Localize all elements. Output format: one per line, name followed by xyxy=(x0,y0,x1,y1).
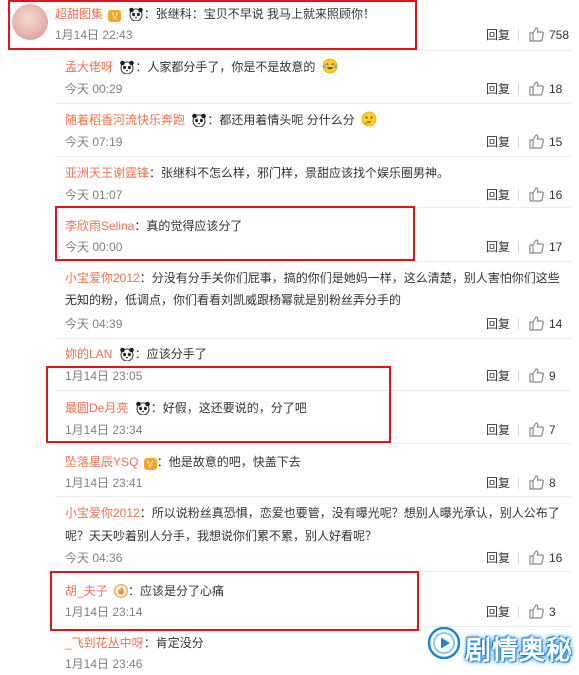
thumbs-up-icon[interactable] xyxy=(528,474,544,490)
reply-button[interactable]: 回复 xyxy=(486,27,510,43)
divider xyxy=(55,496,571,497)
separator xyxy=(518,136,519,148)
reply-button[interactable]: 回复 xyxy=(486,475,510,491)
comment-time: 今天 07:19 xyxy=(65,135,123,149)
comment-username[interactable]: 随着稻香河流快乐奔跑 xyxy=(65,113,185,127)
comment-item: 坠落星辰YSQ V ：他是故意的吧，快盖下去 1月14日 23:41 回复 8 xyxy=(65,455,556,491)
reply-button[interactable]: 回复 xyxy=(486,316,510,332)
comment-text: 肯定没分 xyxy=(155,636,204,650)
separator xyxy=(518,552,519,564)
comment-text-continued: 无知的粉，低调点，你们看看刘凯威跟杨幂就是别粉丝弄分手的 xyxy=(65,293,402,307)
comment-time: 今天 00:29 xyxy=(65,82,123,96)
play-circle-icon xyxy=(427,626,461,660)
divider xyxy=(55,103,571,104)
like-count: 8 xyxy=(549,476,556,490)
comment-text: 张继科不怎么样，邪门样，景甜应该找个娱乐圈男神。 xyxy=(161,166,450,180)
comment-text: 都还用着情头呢 分什么分 xyxy=(219,113,355,127)
comment-text: 所以说粉丝真恐惧，恋爱也要管，没有曝光呢？想别人曝光承认，别人公布了 xyxy=(151,506,560,520)
highlight-box xyxy=(46,366,391,443)
comment-text: 他是故意的吧，快盖下去 xyxy=(168,455,301,469)
like-count: 18 xyxy=(549,82,563,96)
like-count: 16 xyxy=(549,551,563,565)
separator xyxy=(518,83,519,95)
separator xyxy=(518,241,519,253)
laugh-cry-emoji-icon xyxy=(322,58,338,74)
comment-item: 亚洲天王谢霆锋：张继科不怎么样，邪门样，景甜应该找个娱乐圈男神。 今天 01:0… xyxy=(65,166,563,203)
like-count: 17 xyxy=(549,240,563,254)
comment-text: 人家都分手了，你是不是故意的 xyxy=(147,60,316,74)
reply-button[interactable]: 回复 xyxy=(486,239,510,255)
highlight-box xyxy=(8,0,417,50)
thumbs-up-icon[interactable] xyxy=(528,367,544,383)
thumbs-up-icon[interactable] xyxy=(528,315,544,331)
reply-button[interactable]: 回复 xyxy=(486,368,510,384)
thumbs-up-icon[interactable] xyxy=(528,26,544,42)
highlight-box xyxy=(50,571,419,631)
like-count: 14 xyxy=(549,317,563,331)
reply-button[interactable]: 回复 xyxy=(486,550,510,566)
panda-emoji-icon xyxy=(119,347,134,361)
divider xyxy=(55,50,571,51)
highlight-box xyxy=(55,206,415,261)
separator xyxy=(518,370,519,382)
thumbs-up-icon[interactable] xyxy=(528,80,544,96)
comment-time: 今天 04:39 xyxy=(65,317,123,331)
comment-item: 随着稻香河流快乐奔跑 ：都还用着情头呢 分什么分 今天 07:19 回复 15 xyxy=(65,111,563,150)
comment-text-continued: 呢？天天吵着别人分手，我想说你们累不累，别人好看呢？ xyxy=(65,529,378,543)
like-count: 758 xyxy=(549,28,570,42)
watermark: 剧情奥秘 xyxy=(427,622,577,666)
watermark-text: 剧情奥秘 xyxy=(465,635,574,665)
separator xyxy=(518,424,519,436)
separator xyxy=(518,29,519,41)
comment-text: 应该分手了 xyxy=(146,347,207,361)
reply-button[interactable]: 回复 xyxy=(486,134,510,150)
thinking-emoji-icon xyxy=(361,111,377,127)
thumbs-up-icon[interactable] xyxy=(528,133,544,149)
comment-username[interactable]: 小宝爱你2012 xyxy=(65,506,140,520)
comment-text: 分没有分手关你们屁事，搞的你们是她妈一样，这么清楚，别人害怕你们这些 xyxy=(151,271,560,285)
like-count: 15 xyxy=(549,135,563,149)
comment-item: 小宝爱你2012：所以说粉丝真恐惧，恋爱也要管，没有曝光呢？想别人曝光承认，别人… xyxy=(65,506,563,566)
comment-username[interactable]: 妳的LAN xyxy=(65,347,112,361)
comment-time: 今天 01:07 xyxy=(65,188,123,202)
comment-time: 1月14日 23:46 xyxy=(65,657,143,671)
reply-button[interactable]: 回复 xyxy=(486,604,510,620)
thumbs-up-icon[interactable] xyxy=(528,186,544,202)
separator xyxy=(518,189,519,201)
thumbs-up-icon[interactable] xyxy=(528,238,544,254)
divider xyxy=(55,156,571,157)
comment-username[interactable]: 坠落星辰YSQ xyxy=(65,455,138,469)
comment-time: 今天 04:36 xyxy=(65,551,123,565)
separator xyxy=(518,477,519,489)
like-count: 16 xyxy=(549,188,563,202)
separator xyxy=(518,318,519,330)
comment-username[interactable]: _飞到花丛中呀 xyxy=(65,636,144,650)
divider xyxy=(55,443,571,444)
comment-item: 小宝爱你2012：分没有分手关你们屁事，搞的你们是她妈一样，这么清楚，别人害怕你… xyxy=(65,271,563,332)
comment-username[interactable]: 孟大佬呀 xyxy=(65,60,113,74)
panda-emoji-icon xyxy=(192,113,207,127)
separator xyxy=(518,606,519,618)
comment-username[interactable]: 亚洲天王谢霆锋 xyxy=(65,166,149,180)
divider xyxy=(55,261,571,262)
reply-button[interactable]: 回复 xyxy=(486,81,510,97)
comment-item: 孟大佬呀 ：人家都分手了，你是不是故意的 今天 00:29 回复 18 xyxy=(65,58,563,97)
like-count: 7 xyxy=(549,423,556,437)
comment-time: 1月14日 23:41 xyxy=(65,476,143,490)
comment-username[interactable]: 小宝爱你2012 xyxy=(65,271,140,285)
thumbs-up-icon[interactable] xyxy=(528,421,544,437)
reply-button[interactable]: 回复 xyxy=(486,187,510,203)
thumbs-up-icon[interactable] xyxy=(528,603,544,619)
vip-badge-icon: V xyxy=(143,458,157,470)
panda-emoji-icon xyxy=(120,60,135,74)
like-count: 3 xyxy=(549,605,556,619)
divider xyxy=(55,338,571,339)
like-count: 9 xyxy=(549,369,556,383)
thumbs-up-icon[interactable] xyxy=(528,549,544,565)
reply-button[interactable]: 回复 xyxy=(486,422,510,438)
